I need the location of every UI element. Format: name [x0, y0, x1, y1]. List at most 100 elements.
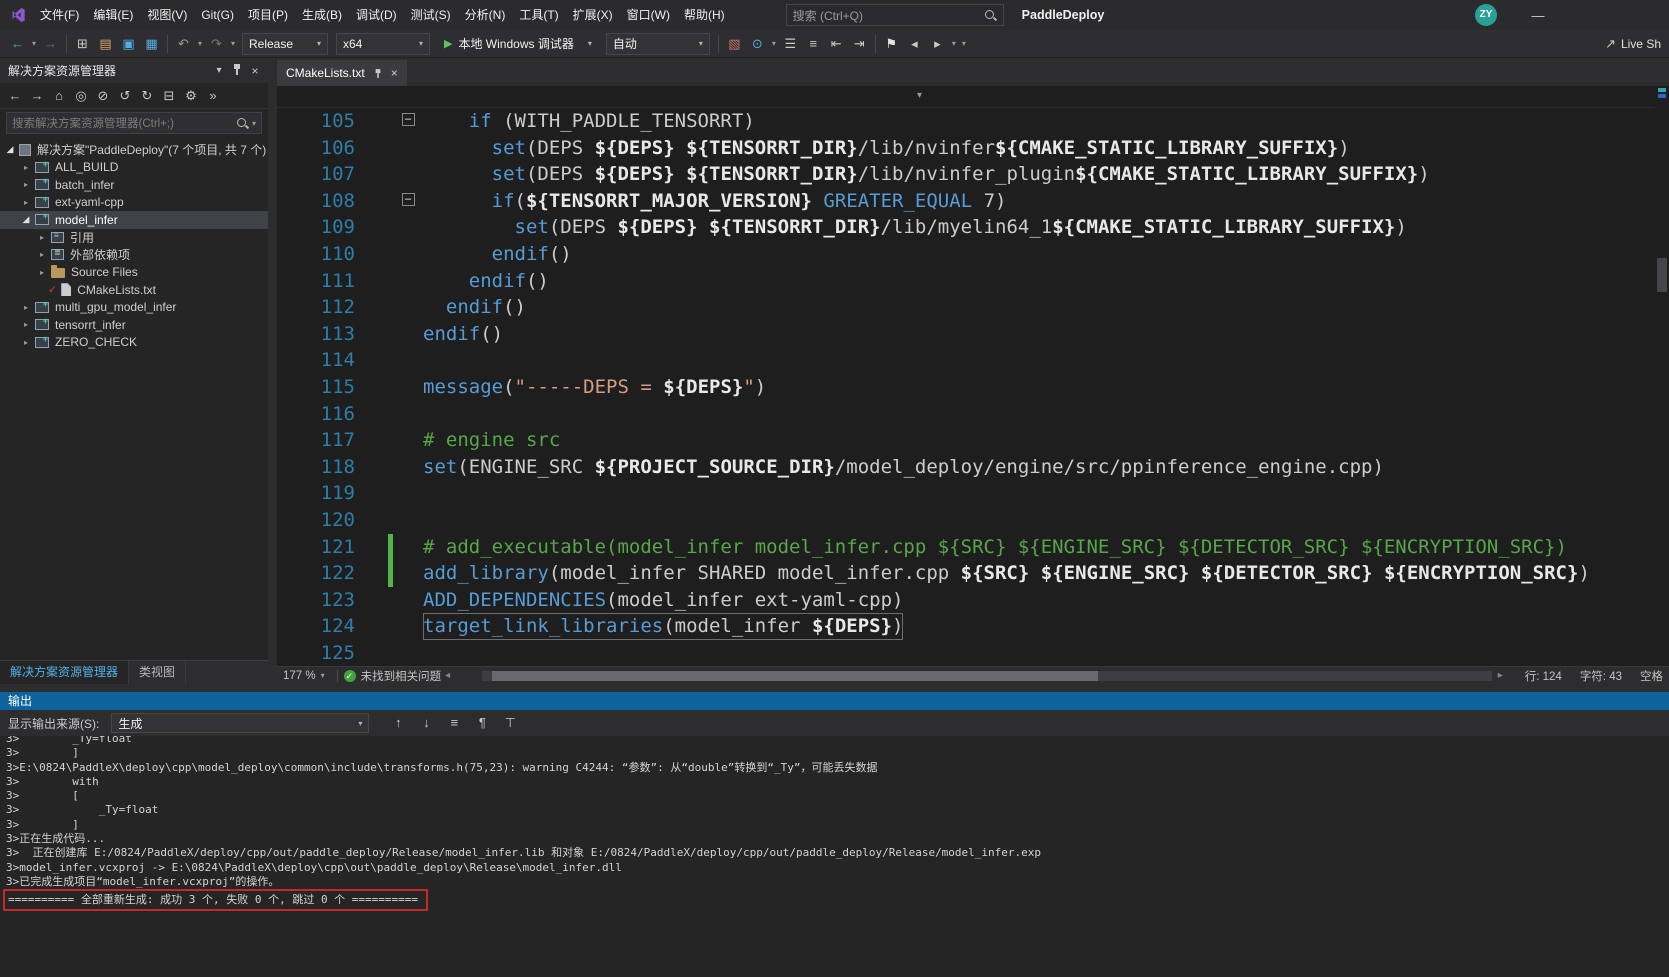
code-line[interactable]: 120 [277, 507, 1655, 534]
menu-item[interactable]: 文件(F) [33, 0, 86, 30]
goto-prev-message-icon[interactable]: ↑ [387, 711, 409, 735]
code-line[interactable]: 124target_link_libraries(model_infer ${D… [277, 613, 1655, 640]
tree-item[interactable]: ◢model_infer [0, 211, 268, 229]
code-line[interactable]: 111 endif() [277, 268, 1655, 295]
code-line[interactable]: 123ADD_DEPENDENCIES(model_infer ext-yaml… [277, 587, 1655, 614]
code-line[interactable]: 106 set(DEPS ${DEPS} ${TENSORRT_DIR}/lib… [277, 135, 1655, 162]
goto-next-message-icon[interactable]: ↓ [415, 711, 437, 735]
expander-icon[interactable]: ▸ [20, 180, 32, 189]
outline-icon[interactable]: ☰ [780, 31, 801, 57]
list-members-icon[interactable]: ≡ [803, 31, 824, 57]
undo-icon[interactable]: ↶ [173, 31, 194, 57]
start-debug-button[interactable]: ▶本地 Windows 调试器▾ [436, 32, 600, 56]
dropdown-chevron-icon[interactable]: ▾ [949, 31, 959, 57]
overflow-icon[interactable]: » [202, 84, 224, 108]
back-icon[interactable]: ← [4, 84, 26, 108]
expander-icon[interactable]: ▸ [20, 303, 32, 312]
tree-item[interactable]: ◢解决方案"PaddleDeploy"(7 个项目, 共 7 个) [0, 141, 268, 159]
forward-icon[interactable]: → [26, 84, 48, 108]
close-icon[interactable]: × [246, 64, 264, 78]
tree-item[interactable]: ▸外部依赖项 [0, 246, 268, 264]
chevron-down-icon[interactable]: ▾ [917, 90, 922, 101]
refresh-icon[interactable]: ↻ [136, 84, 158, 108]
dropdown-chevron-icon[interactable]: ▾ [195, 31, 205, 57]
code-area[interactable]: 105− if (WITH_PADDLE_TENSORRT)106 set(DE… [277, 108, 1655, 666]
code-line[interactable]: 105− if (WITH_PADDLE_TENSORRT) [277, 108, 1655, 135]
fold-collapse-icon[interactable]: − [402, 113, 415, 126]
expander-icon[interactable]: ▸ [20, 320, 32, 329]
auto-combo[interactable]: 自动▾ [606, 33, 710, 55]
dropdown-chevron-icon[interactable]: ▾ [228, 31, 238, 57]
minimize-button[interactable]: — [1523, 8, 1553, 23]
home-icon[interactable]: ⌂ [48, 84, 70, 108]
code-line[interactable]: 122add_library(model_infer SHARED model_… [277, 560, 1655, 587]
live-share-button[interactable]: ↗ Live Sh [1605, 36, 1661, 52]
pending-changes-filter-icon[interactable]: ⊘ [92, 84, 114, 108]
tree-item[interactable]: ▸ALL_BUILD [0, 159, 268, 177]
menu-item[interactable]: 测试(S) [404, 0, 458, 30]
tree-item[interactable]: ▸引用 [0, 229, 268, 247]
pin-icon[interactable] [228, 63, 246, 79]
menu-item[interactable]: 调试(D) [349, 0, 404, 30]
scroll-right-icon[interactable]: ▸ [1498, 670, 1503, 681]
menu-item[interactable]: Git(G) [194, 0, 241, 30]
user-avatar[interactable]: ZY [1475, 4, 1497, 26]
menu-item[interactable]: 帮助(H) [677, 0, 732, 30]
output-panel-header[interactable]: 输出 [0, 692, 1669, 710]
code-line[interactable]: 107 set(DEPS ${DEPS} ${TENSORRT_DIR}/lib… [277, 161, 1655, 188]
editor-vertical-scrollbar[interactable] [1655, 86, 1669, 666]
open-file-icon[interactable]: ▤ [95, 31, 116, 57]
pin-output-icon[interactable]: ⊤ [499, 711, 521, 735]
code-line[interactable]: 117# engine src [277, 427, 1655, 454]
expander-icon[interactable]: ▸ [20, 338, 32, 347]
code-line[interactable]: 118set(ENGINE_SRC ${PROJECT_SOURCE_DIR}/… [277, 454, 1655, 481]
indent-increase-icon[interactable]: ⇥ [849, 31, 870, 57]
collapse-all-icon[interactable]: ⊟ [158, 84, 180, 108]
menu-item[interactable]: 生成(B) [295, 0, 349, 30]
indent-decrease-icon[interactable]: ⇤ [826, 31, 847, 57]
code-line[interactable]: 121# add_executable(model_infer model_in… [277, 534, 1655, 561]
output-content[interactable]: 3> _Ty=float3> ]3>E:\0824\PaddleX\deploy… [0, 736, 1669, 977]
word-wrap-icon[interactable]: ¶ [471, 711, 493, 735]
clear-all-icon[interactable]: ≡ [443, 711, 465, 735]
menu-item[interactable]: 项目(P) [241, 0, 295, 30]
tree-item[interactable]: ▸ext-yaml-cpp [0, 194, 268, 212]
new-project-icon[interactable]: ⊞ [72, 31, 93, 57]
vertical-scrollbar-thumb[interactable] [1657, 258, 1667, 292]
pin-icon[interactable] [374, 68, 382, 78]
tab-solution-explorer[interactable]: 解决方案资源管理器 [0, 661, 129, 684]
menu-item[interactable]: 视图(V) [140, 0, 194, 30]
navigate-back-icon[interactable]: ← [7, 31, 28, 57]
expander-icon[interactable]: ▸ [36, 233, 48, 242]
code-line[interactable]: 115message("-----DEPS = ${DEPS}") [277, 374, 1655, 401]
code-line[interactable]: 113endif() [277, 321, 1655, 348]
code-line[interactable]: 109 set(DEPS ${DEPS} ${TENSORRT_DIR}/lib… [277, 214, 1655, 241]
window-position-icon[interactable]: ▾ [210, 65, 228, 76]
redo-icon[interactable]: ↷ [206, 31, 227, 57]
tree-item[interactable]: ▸multi_gpu_model_infer [0, 299, 268, 317]
horizontal-scrollbar-thumb[interactable] [492, 671, 1098, 681]
bookmark-next-icon[interactable]: ▸ [927, 31, 948, 57]
tree-item[interactable]: ▸ZERO_CHECK [0, 334, 268, 352]
screenshot-icon[interactable]: ⊙ [747, 31, 768, 57]
code-line[interactable]: 114 [277, 347, 1655, 374]
scroll-left-icon[interactable]: ◂ [445, 670, 450, 681]
quick-search-box[interactable]: 搜索 (Ctrl+Q) [786, 4, 1004, 26]
expander-icon[interactable]: ▸ [20, 163, 32, 172]
fold-collapse-icon[interactable]: − [402, 193, 415, 206]
tree-item[interactable]: ▸Source Files [0, 264, 268, 282]
close-icon[interactable]: × [391, 66, 398, 80]
dropdown-chevron-icon[interactable]: ▾ [29, 31, 39, 57]
expander-icon[interactable]: ▸ [20, 198, 32, 207]
expander-icon[interactable]: ▸ [36, 250, 48, 259]
bookmark-prev-icon[interactable]: ◂ [904, 31, 925, 57]
code-line[interactable]: 125 [277, 640, 1655, 666]
dropdown-chevron-icon[interactable]: ▾ [769, 31, 779, 57]
code-line[interactable]: 110 endif() [277, 241, 1655, 268]
navigate-forward-icon[interactable]: → [40, 31, 61, 57]
tree-item[interactable]: ✓CMakeLists.txt [0, 281, 268, 299]
output-source-combo[interactable]: 生成 ▾ [111, 713, 369, 733]
explorer-search-box[interactable]: 搜索解决方案资源管理器(Ctrl+;) ▾ [6, 112, 262, 134]
menu-item[interactable]: 编辑(E) [86, 0, 140, 30]
dropdown-chevron-icon[interactable]: ▾ [959, 31, 969, 57]
